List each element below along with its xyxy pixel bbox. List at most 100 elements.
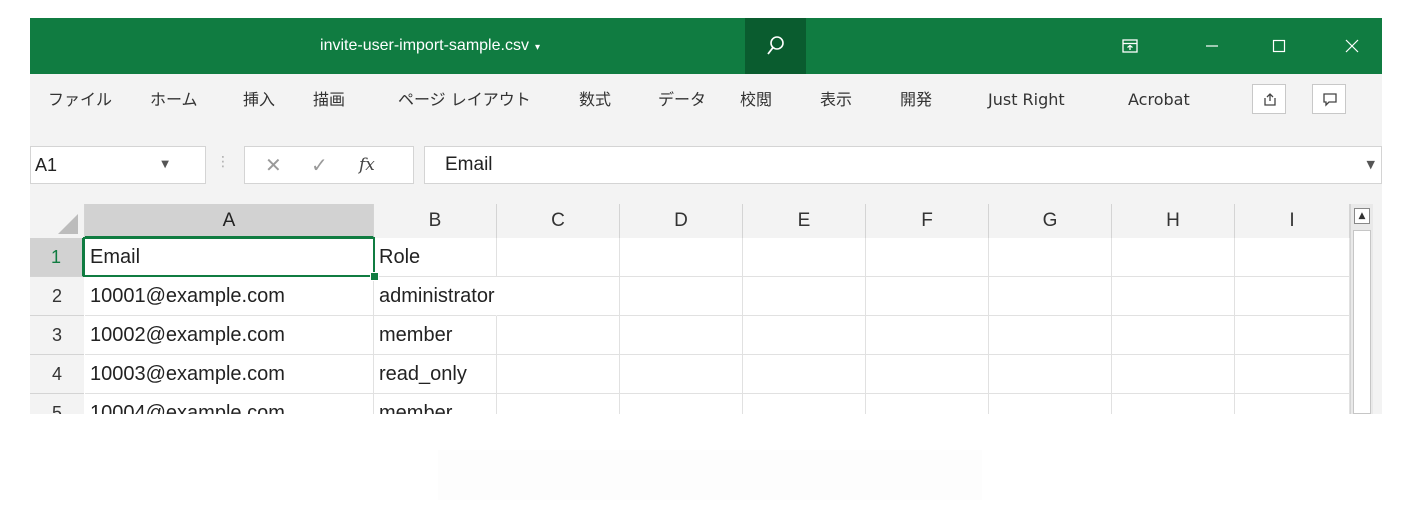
empty-cell[interactable] <box>1235 394 1350 414</box>
column-header-a[interactable]: A <box>85 204 374 238</box>
select-all-corner[interactable] <box>30 204 85 238</box>
cancel-icon[interactable]: ✕ <box>265 147 282 183</box>
row-header[interactable]: 3 <box>30 316 84 355</box>
share-button[interactable] <box>1252 84 1286 114</box>
empty-cell[interactable] <box>1235 238 1350 277</box>
cell-a1[interactable]: Email <box>85 238 374 277</box>
cell-a4[interactable]: 10003@example.com <box>85 355 374 394</box>
empty-cell[interactable] <box>989 316 1112 355</box>
column-header-d[interactable]: D <box>620 204 743 238</box>
tab-formulas[interactable]: 数式 <box>579 74 611 126</box>
empty-cell[interactable] <box>743 316 866 355</box>
empty-cell[interactable] <box>1235 277 1350 316</box>
formula-buttons: ✕ ✓ fx <box>244 146 414 184</box>
scroll-thumb[interactable] <box>1353 230 1371 414</box>
cell-b1[interactable]: Role <box>374 238 497 277</box>
empty-cell[interactable] <box>1112 238 1235 277</box>
formula-value: Email <box>445 154 493 175</box>
empty-cell[interactable] <box>497 238 620 277</box>
excel-window: invite-user-import-sample.csv ▾ ファイル ホーム… <box>30 18 1382 414</box>
empty-cell[interactable] <box>866 355 989 394</box>
tab-home[interactable]: ホーム <box>150 74 198 126</box>
empty-cell[interactable] <box>1112 277 1235 316</box>
row-header[interactable]: 1 <box>30 238 84 277</box>
tab-just-right[interactable]: Just Right <box>988 74 1065 126</box>
empty-cell[interactable] <box>866 238 989 277</box>
empty-cell[interactable] <box>1235 355 1350 394</box>
empty-cell[interactable] <box>743 238 866 277</box>
formula-input[interactable]: Email ▼ <box>424 146 1382 184</box>
maximize-button[interactable] <box>1254 18 1304 74</box>
empty-cell[interactable] <box>866 277 989 316</box>
enter-check-icon[interactable]: ✓ <box>311 147 328 183</box>
formula-bar-grip-icon[interactable]: ⋮ <box>216 154 230 170</box>
column-header-e[interactable]: E <box>743 204 866 238</box>
scroll-up-arrow-icon[interactable]: ▲ <box>1354 208 1370 224</box>
insert-function-button[interactable]: fx <box>359 147 375 183</box>
tab-page-layout[interactable]: ページ レイアウト <box>398 74 531 126</box>
empty-cell[interactable] <box>497 394 620 414</box>
row-header[interactable]: 2 <box>30 277 84 316</box>
empty-cell[interactable] <box>620 277 743 316</box>
empty-cell[interactable] <box>620 316 743 355</box>
tab-view[interactable]: 表示 <box>820 74 852 126</box>
empty-cell[interactable] <box>866 394 989 414</box>
cell-a2[interactable]: 10001@example.com <box>85 277 374 316</box>
column-header-f[interactable]: F <box>866 204 989 238</box>
cell-b3[interactable]: member <box>374 316 497 355</box>
row-header[interactable]: 4 <box>30 355 84 394</box>
column-header-b[interactable]: B <box>374 204 497 238</box>
name-box[interactable]: A1 ▼ <box>30 146 206 184</box>
tab-data[interactable]: データ <box>658 74 706 126</box>
empty-cell[interactable] <box>989 238 1112 277</box>
empty-cell[interactable] <box>620 238 743 277</box>
cell-a5[interactable]: 10004@example.com <box>85 394 374 414</box>
search-button[interactable] <box>745 18 806 74</box>
minimize-icon <box>1206 45 1218 47</box>
empty-cell[interactable] <box>743 355 866 394</box>
column-header-i[interactable]: I <box>1235 204 1350 238</box>
empty-cell[interactable] <box>1112 355 1235 394</box>
empty-cell[interactable] <box>1112 316 1235 355</box>
empty-cell[interactable] <box>743 394 866 414</box>
tab-review[interactable]: 校閲 <box>740 74 772 126</box>
empty-cell[interactable] <box>497 316 620 355</box>
column-header-g[interactable]: G <box>989 204 1112 238</box>
tab-file[interactable]: ファイル <box>48 74 112 126</box>
column-header-h[interactable]: H <box>1112 204 1235 238</box>
empty-cell[interactable] <box>1112 394 1235 414</box>
empty-cell[interactable] <box>497 277 620 316</box>
row-header[interactable]: 5 <box>30 394 84 414</box>
title-bar: invite-user-import-sample.csv ▾ <box>30 18 1382 74</box>
close-icon <box>1345 39 1359 53</box>
empty-cell[interactable] <box>866 316 989 355</box>
ribbon-display-icon <box>1122 39 1138 53</box>
file-title[interactable]: invite-user-import-sample.csv ▾ <box>30 18 830 74</box>
tab-acrobat[interactable]: Acrobat <box>1128 74 1190 126</box>
empty-cell[interactable] <box>620 394 743 414</box>
empty-cell[interactable] <box>1235 316 1350 355</box>
cell-b5[interactable]: member <box>374 394 497 414</box>
empty-cell[interactable] <box>497 355 620 394</box>
name-box-dropdown-icon[interactable]: ▼ <box>161 147 169 183</box>
tab-draw[interactable]: 描画 <box>313 74 345 126</box>
empty-cell[interactable] <box>989 394 1112 414</box>
empty-cell[interactable] <box>989 355 1112 394</box>
empty-cell[interactable] <box>620 355 743 394</box>
cell-b2[interactable]: administrator <box>374 277 497 316</box>
cell-a3[interactable]: 10002@example.com <box>85 316 374 355</box>
expand-formula-bar-icon[interactable]: ▼ <box>1367 147 1375 183</box>
cell-b4[interactable]: read_only <box>374 355 497 394</box>
scroll-track[interactable]: ▲ <box>1350 204 1373 414</box>
ribbon-display-options-button[interactable] <box>1105 18 1155 74</box>
tab-insert[interactable]: 挿入 <box>243 74 275 126</box>
vertical-scrollbar[interactable]: ▲ <box>1350 204 1382 414</box>
close-button[interactable] <box>1327 18 1377 74</box>
column-header-c[interactable]: C <box>497 204 620 238</box>
empty-cell[interactable] <box>989 277 1112 316</box>
empty-cell[interactable] <box>743 277 866 316</box>
comments-button[interactable] <box>1312 84 1346 114</box>
tab-developer[interactable]: 開発 <box>900 74 932 126</box>
title-dropdown-icon[interactable]: ▾ <box>535 42 540 53</box>
minimize-button[interactable] <box>1187 18 1237 74</box>
